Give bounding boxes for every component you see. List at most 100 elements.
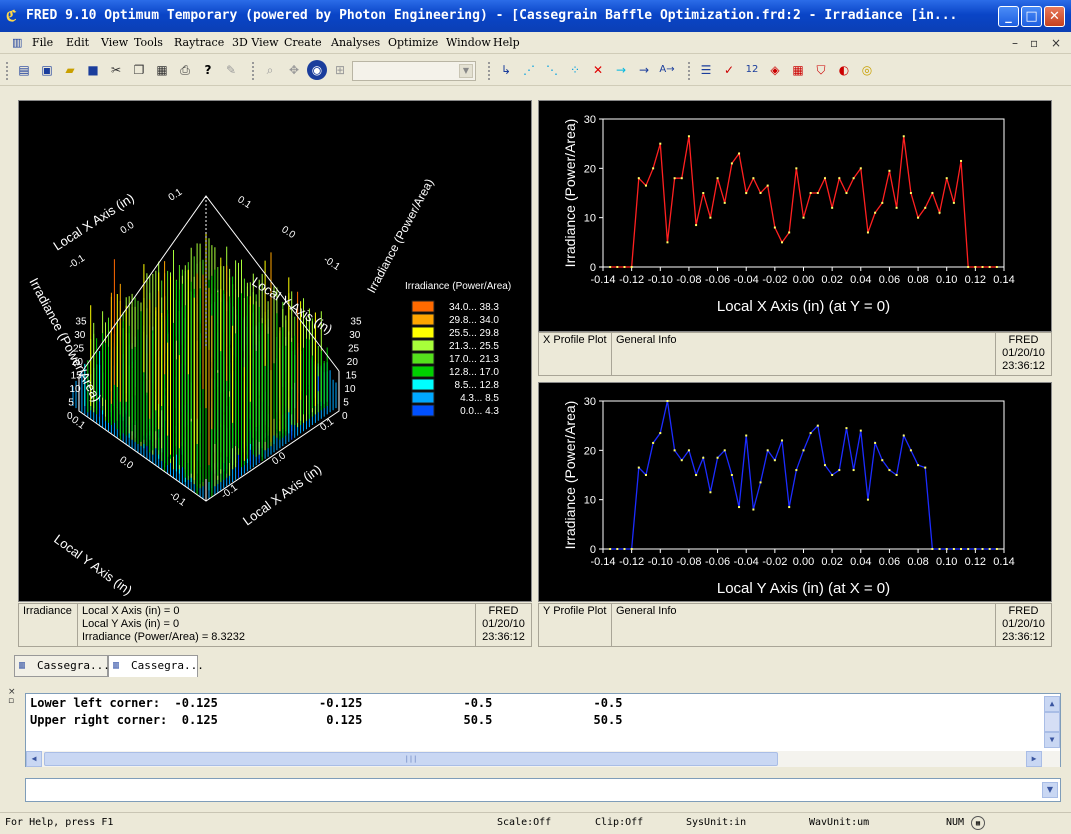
save-icon[interactable]: ■ (83, 60, 103, 80)
menu-raytrace[interactable]: Raytrace (174, 36, 224, 49)
cube-icon[interactable]: ◈ (765, 60, 785, 80)
toolbar-grip[interactable] (688, 62, 692, 80)
profile-data-point (895, 474, 898, 476)
copy-icon[interactable]: ❐ (129, 60, 149, 80)
toolbar-grip[interactable] (252, 62, 256, 80)
help-icon[interactable]: ? (198, 60, 218, 80)
profile-data-point (902, 135, 905, 138)
menu-file[interactable]: File (32, 36, 53, 49)
list-icon[interactable]: ☰ (696, 60, 716, 80)
toolbar-grip[interactable] (6, 62, 10, 80)
profile-data-point (752, 177, 755, 180)
zoom-icon[interactable]: ⌕ (260, 60, 280, 80)
legend-swatch (411, 391, 435, 404)
mdi-close-button[interactable]: × (1051, 36, 1061, 50)
y-axis-label: Irradiance (Power/Area) (562, 119, 578, 268)
footer-plot-name: Irradiance (19, 604, 77, 646)
x-profile-chart[interactable]: 0 10 20 30 -0.14 -0.12 -0.10 -0.08 -0.06 -0.04 -0.… (539, 101, 1053, 333)
footer-plot-name-text: Y Profile Plot (543, 605, 607, 617)
profile-data-point (974, 548, 977, 550)
menu-analyses[interactable]: Analyses (331, 36, 380, 49)
x-tick-label: -0.02 (762, 274, 787, 286)
open-folder-icon[interactable]: ▰ (60, 60, 80, 80)
profile-data-point (695, 224, 698, 227)
stop-icon[interactable]: ✕ (588, 60, 608, 80)
profile-data-point (788, 231, 791, 234)
globe-icon[interactable]: ◉ (307, 60, 327, 80)
profile-data-point (759, 192, 762, 194)
print-icon[interactable]: ⎙ (175, 60, 195, 80)
paste-icon[interactable]: ▦ (152, 60, 172, 80)
scroll-down-button[interactable]: ▼ (1044, 732, 1060, 748)
scroll-right-button[interactable]: ▶ (1026, 751, 1042, 767)
grid-icon[interactable]: ▦ (788, 60, 808, 80)
menu-edit[interactable]: Edit (66, 36, 89, 49)
menu-view[interactable]: View (101, 36, 128, 49)
edit-icon[interactable]: ✎ (221, 60, 241, 80)
footer-info: Local X Axis (in) = 0 Local Y Axis (in) … (77, 604, 475, 646)
chevron-down-icon[interactable]: ▼ (1042, 782, 1058, 798)
minimize-button[interactable]: _ (998, 6, 1019, 27)
cut-icon[interactable]: ✂ (106, 60, 126, 80)
target-icon[interactable]: ◎ (857, 60, 877, 80)
status-help: For Help, press F1 (5, 817, 114, 828)
tab-cassegrain-2[interactable]: ▥ Cassegra... (108, 655, 204, 677)
profile-data-point (630, 266, 633, 268)
pan-icon[interactable]: ✥ (284, 60, 304, 80)
z-tick-label-right: 30 (349, 330, 361, 341)
mdi-minimize-button[interactable]: – (1012, 36, 1018, 50)
scroll-left-button[interactable]: ◀ (26, 751, 42, 767)
rays3-icon[interactable]: ⁘ (565, 60, 585, 80)
new-project-icon[interactable]: ▣ (37, 60, 57, 80)
x-tick-label: -0.10 (648, 274, 673, 286)
profile-data-point (881, 201, 884, 204)
arrow-blue-icon[interactable]: → (634, 60, 654, 80)
maximize-button[interactable]: □ (1021, 6, 1042, 27)
legend-range-label: 17.0... 21.3 (449, 354, 499, 365)
menu-tools[interactable]: Tools (134, 36, 163, 49)
chevron-down-icon[interactable]: ▼ (459, 64, 473, 78)
toolbar-grip[interactable] (488, 62, 492, 80)
x-profile-panel[interactable]: 0 10 20 30 -0.14 -0.12 -0.10 -0.08 -0.06 -0.04 -0.… (538, 100, 1052, 332)
profile-data-point (637, 177, 640, 180)
output-dock-grip[interactable]: × ▫ (8, 688, 20, 706)
mdi-restore-button[interactable]: ▫ (1030, 36, 1038, 50)
fit-icon[interactable]: ⊞ (330, 60, 350, 80)
rays-icon[interactable]: ⋰ (519, 60, 539, 80)
surface-plot[interactable]: Local X Axis (in) Local Y Axis (in) Irra… (19, 101, 533, 603)
menu-optimize[interactable]: Optimize (388, 36, 438, 49)
y-profile-panel[interactable]: 0 10 20 30 -0.14 -0.12 -0.10 -0.08 -0.06 -0.04 -0.… (538, 382, 1052, 602)
menu-help[interactable]: Help (493, 36, 520, 49)
profile-data-point (659, 142, 662, 145)
footer-info-line: Local X Axis (in) = 0 (82, 605, 180, 617)
profile-data-point (723, 449, 726, 452)
menu-window[interactable]: Window (446, 36, 491, 49)
view-combo[interactable]: ▼ (352, 61, 476, 81)
profile-data-point (716, 177, 719, 180)
command-input[interactable]: ▼ (25, 778, 1061, 802)
menu-3d-view[interactable]: 3D View (232, 36, 279, 49)
horizontal-scrollbar[interactable]: ◀ ||| ▶ (26, 751, 1060, 767)
tab-cassegrain-1[interactable]: ▥ Cassegra... (14, 655, 110, 677)
menu-create[interactable]: Create (284, 36, 322, 49)
output-window[interactable]: Lower left corner: -0.125 -0.125 -0.5 -0… (25, 693, 1061, 767)
new-document-icon[interactable]: ▤ (14, 60, 34, 80)
arrow-cyan-icon[interactable]: → (611, 60, 631, 80)
x-tick-label: -0.08 (676, 274, 701, 286)
check-icon[interactable]: ✓ (719, 60, 739, 80)
rays2-icon[interactable]: ⋱ (542, 60, 562, 80)
z-tick-label-right: 10 (344, 384, 356, 395)
close-button[interactable]: ✕ (1044, 6, 1065, 27)
filter-icon[interactable]: ⛉ (811, 60, 831, 80)
scroll-up-button[interactable]: ▲ (1044, 696, 1060, 712)
y-profile-chart[interactable]: 0 10 20 30 -0.14 -0.12 -0.10 -0.08 -0.06 -0.04 -0.… (539, 383, 1053, 603)
profile-data-point (773, 226, 776, 229)
trace-icon[interactable]: ↳ (496, 60, 516, 80)
lens-icon[interactable]: ◐ (834, 60, 854, 80)
x-tick-label: -0.12 (619, 274, 644, 286)
number-icon[interactable]: 12 (742, 60, 762, 80)
surface-plot-panel[interactable]: Local X Axis (in) Local Y Axis (in) Irra… (18, 100, 532, 602)
vertical-scroll-thumb[interactable] (1044, 712, 1060, 732)
arrow-text-icon[interactable]: A→ (657, 60, 677, 80)
horizontal-scroll-thumb[interactable]: ||| (44, 752, 778, 766)
